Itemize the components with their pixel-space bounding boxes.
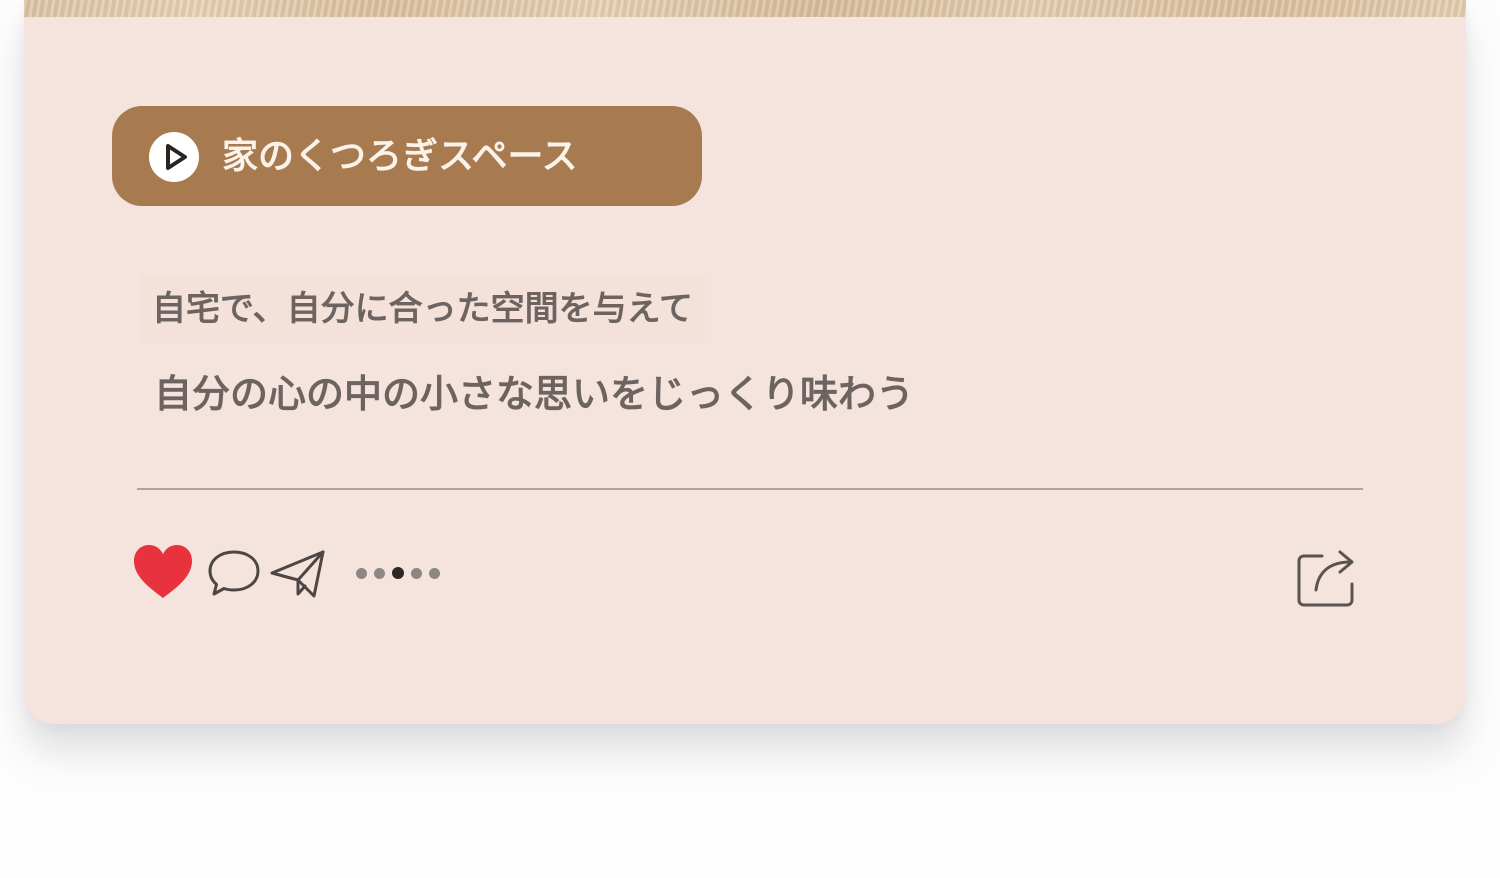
divider [137, 488, 1363, 490]
location-tag-button[interactable]: 家のくつろぎスペース [112, 106, 702, 206]
share-icon[interactable] [1294, 544, 1360, 608]
comment-icon[interactable] [206, 548, 262, 598]
paper-plane-icon[interactable] [268, 546, 328, 600]
play-icon [149, 132, 199, 182]
carousel-dot [429, 567, 440, 579]
carousel-indicator [356, 566, 446, 580]
screen: 家のくつろぎスペース 自宅で、自分に合った空間を与えて 自分の心の中の小さな思い… [0, 0, 1500, 878]
carousel-dot [411, 567, 422, 579]
carousel-dot [356, 567, 367, 579]
post-image-bottom-edge[interactable] [24, 0, 1466, 17]
heart-icon[interactable] [132, 544, 194, 600]
location-tag-label: 家のくつろぎスペース [222, 136, 578, 177]
carousel-dot-active [392, 567, 404, 579]
caption-line-2: 自分の心の中の小さな思いをじっくり味わう [154, 372, 915, 416]
post-card: 家のくつろぎスペース 自宅で、自分に合った空間を与えて 自分の心の中の小さな思い… [24, 0, 1466, 724]
carousel-dot [374, 567, 385, 579]
caption-line-1: 自宅で、自分に合った空間を与えて [140, 274, 705, 344]
